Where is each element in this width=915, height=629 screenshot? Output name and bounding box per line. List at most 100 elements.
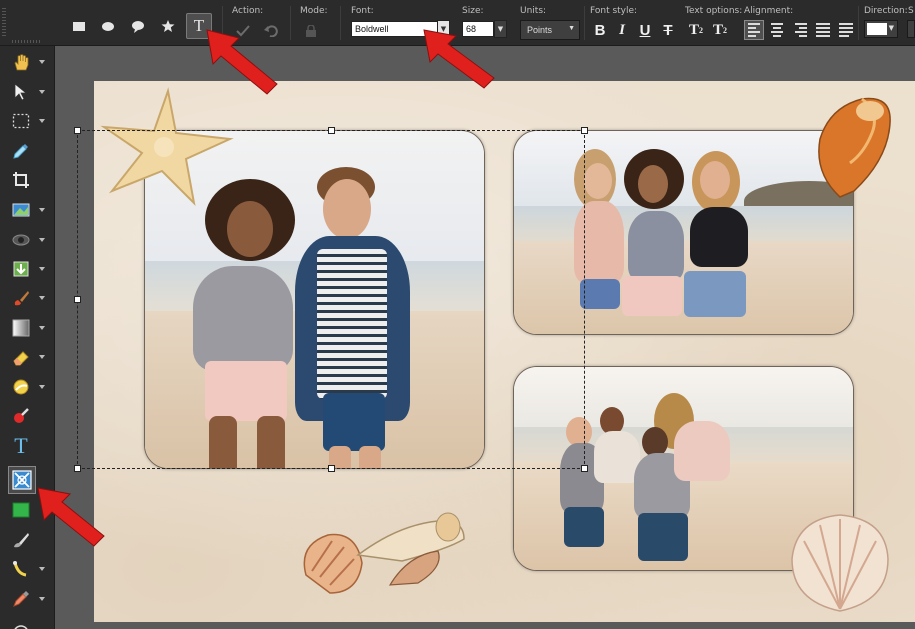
resize-handle-top-right[interactable] <box>581 127 588 134</box>
app-window: T Action: Mode: Font: Boldwell ▼ Size: 6… <box>0 0 915 629</box>
resize-handle-left[interactable] <box>74 296 81 303</box>
rectangle-fill-icon[interactable] <box>10 499 32 521</box>
action-label: Action: <box>232 6 264 16</box>
align-center-icon[interactable] <box>767 20 787 40</box>
photo-person-head <box>638 165 668 203</box>
more-icon[interactable] <box>10 618 32 629</box>
bold-button[interactable]: B <box>590 20 610 40</box>
flyout-indicator-icon[interactable] <box>39 60 45 64</box>
crop-icon[interactable] <box>10 169 32 191</box>
align-right-icon[interactable] <box>790 20 810 40</box>
ellipse-icon[interactable] <box>96 14 120 38</box>
resize-handle-bottom-right[interactable] <box>581 465 588 472</box>
import-icon[interactable] <box>10 258 32 280</box>
tools-panel-grip[interactable] <box>12 40 42 43</box>
dodge-icon[interactable] <box>10 376 32 398</box>
rectangle-icon[interactable] <box>67 14 91 38</box>
units-label: Units: <box>520 6 547 16</box>
paintbrush-icon[interactable] <box>10 287 32 309</box>
divider <box>340 6 341 40</box>
align-left-icon[interactable] <box>744 20 764 40</box>
divider <box>290 6 291 40</box>
clone-brush-icon[interactable] <box>10 529 32 551</box>
direction-select[interactable]: ▼ <box>864 20 898 38</box>
units-value: Points <box>527 25 553 35</box>
annotation-arrow-text-tool <box>206 29 278 95</box>
photo-person-head <box>584 163 612 199</box>
speech-bubble-icon[interactable] <box>126 14 150 38</box>
flyout-indicator-icon[interactable] <box>39 267 45 271</box>
pan-hand-icon[interactable] <box>10 51 32 73</box>
units-dropdown-arrow-icon: ▼ <box>568 25 575 32</box>
size-label: Size: <box>462 6 484 16</box>
paint-picker-icon[interactable] <box>10 405 32 427</box>
direction-cut-label: S <box>908 6 914 16</box>
justify-all-icon[interactable] <box>836 20 856 40</box>
flyout-indicator-icon[interactable] <box>39 208 45 212</box>
options-bar-grip[interactable] <box>2 8 6 38</box>
pointer-icon[interactable] <box>10 81 32 103</box>
mode-label: Mode: <box>300 6 328 16</box>
eye-red-eye-icon[interactable] <box>10 229 32 251</box>
direction-arrow-icon: ▼ <box>888 24 894 32</box>
resize-handle-top[interactable] <box>328 127 335 134</box>
next-select-edge[interactable] <box>907 20 915 38</box>
conch-shell-decoration[interactable] <box>810 93 894 205</box>
star-icon[interactable] <box>156 14 180 38</box>
flyout-indicator-icon[interactable] <box>39 238 45 242</box>
annotation-arrow-frame-tool <box>37 487 105 547</box>
underline-button[interactable]: U <box>635 20 655 40</box>
photo-person-shorts <box>580 279 620 309</box>
picture-frame-icon[interactable] <box>8 466 36 494</box>
flyout-indicator-icon[interactable] <box>39 296 45 300</box>
subscript-mark: 2 <box>723 25 727 35</box>
eyedropper-icon[interactable] <box>10 140 32 162</box>
selection-bounding-box[interactable] <box>74 127 588 472</box>
flyout-indicator-icon[interactable] <box>39 90 45 94</box>
flyout-indicator-icon[interactable] <box>39 597 45 601</box>
flyout-indicator-icon[interactable] <box>39 355 45 359</box>
italic-button[interactable]: I <box>612 20 632 40</box>
photo-person-shorts <box>684 271 746 317</box>
divider <box>584 6 585 40</box>
flyout-indicator-icon[interactable] <box>39 119 45 123</box>
photo-person-shorts <box>638 513 688 561</box>
direction-label: Direction: <box>864 6 908 16</box>
subscript-button[interactable]: T2 <box>708 20 732 40</box>
photo-person-shorts <box>564 507 604 547</box>
divider <box>858 6 859 40</box>
flyout-indicator-icon[interactable] <box>39 385 45 389</box>
flyout-indicator-icon[interactable] <box>39 326 45 330</box>
scallop-shell-decoration[interactable] <box>788 511 892 619</box>
superscript-button[interactable]: T2 <box>684 20 708 40</box>
text-options-label: Text options: <box>685 6 743 16</box>
font-style-label: Font style: <box>590 6 638 16</box>
font-label: Font: <box>351 6 374 16</box>
alignment-label: Alignment: <box>744 6 794 16</box>
direction-color-swatch <box>867 23 887 35</box>
superscript-mark: 2 <box>699 25 703 35</box>
gradient-icon[interactable] <box>10 317 32 339</box>
resize-handle-top-left[interactable] <box>74 127 81 134</box>
units-select[interactable]: Points ▼ <box>520 20 580 40</box>
eraser-icon[interactable] <box>10 346 32 368</box>
photo-person-head <box>700 161 730 199</box>
document-canvas[interactable] <box>74 81 915 622</box>
strikethrough-button[interactable]: T <box>658 20 678 40</box>
justify-icon[interactable] <box>813 20 833 40</box>
annotation-arrow-font <box>423 29 495 89</box>
photo-person-shorts <box>622 276 682 316</box>
color-dropper-icon[interactable] <box>10 588 32 610</box>
photo-person-top <box>628 211 684 281</box>
shells-cluster-decoration[interactable] <box>298 505 468 601</box>
photo-person-shirt <box>594 431 640 483</box>
straighten-icon[interactable] <box>10 199 32 221</box>
resize-handle-bottom[interactable] <box>328 465 335 472</box>
photo-person-top <box>690 207 748 267</box>
resize-handle-bottom-left[interactable] <box>74 465 81 472</box>
mode-icon[interactable] <box>299 19 323 43</box>
smudge-icon[interactable] <box>10 558 32 580</box>
text-icon[interactable]: T <box>10 433 32 458</box>
flyout-indicator-icon[interactable] <box>39 567 45 571</box>
marquee-selection-icon[interactable] <box>10 110 32 132</box>
